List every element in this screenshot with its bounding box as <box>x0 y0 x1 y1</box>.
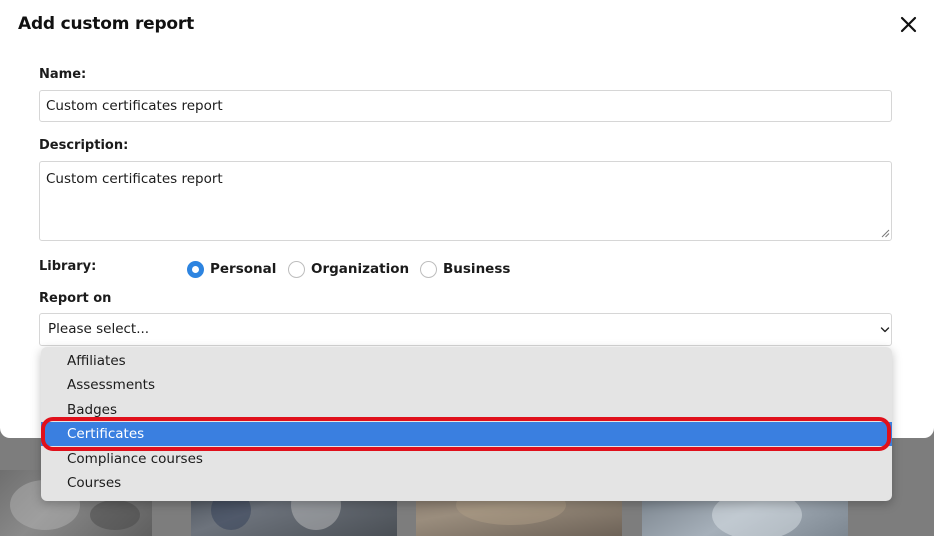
radio-unchecked-icon[interactable] <box>288 260 305 278</box>
chevron-down-icon <box>880 327 890 333</box>
report-on-label: Report on <box>39 291 112 306</box>
radio-business[interactable]: Business <box>420 259 510 279</box>
report-on-select-value: Please select... <box>48 321 150 337</box>
radio-unchecked-icon[interactable] <box>420 260 437 278</box>
name-input[interactable]: Custom certificates report <box>39 90 892 122</box>
dropdown-option-assessments[interactable]: Assessments <box>41 373 892 397</box>
radio-organization[interactable]: Organization <box>288 259 409 279</box>
radio-checked-icon[interactable] <box>187 260 204 278</box>
description-textarea[interactable]: Custom certificates report <box>39 161 892 241</box>
report-on-select[interactable]: Please select... <box>39 313 892 346</box>
radio-personal-label: Personal <box>210 261 277 277</box>
description-label: Description: <box>39 138 129 153</box>
dropdown-option-badges[interactable]: Badges <box>41 398 892 422</box>
dropdown-option-compliance-courses[interactable]: Compliance courses <box>41 447 892 471</box>
library-label: Library: <box>39 259 97 274</box>
modal-title: Add custom report <box>18 14 195 34</box>
close-button[interactable] <box>896 13 920 37</box>
report-on-dropdown-list: Affiliates Assessments Badges Certificat… <box>41 347 892 501</box>
dropdown-option-courses[interactable]: Courses <box>41 471 892 495</box>
radio-organization-label: Organization <box>311 261 410 277</box>
dropdown-option-certificates[interactable]: Certificates <box>41 422 892 446</box>
resize-grip-icon[interactable] <box>880 228 890 238</box>
close-icon <box>900 16 917 33</box>
name-label: Name: <box>39 67 87 82</box>
radio-business-label: Business <box>443 261 511 277</box>
dropdown-option-affiliates[interactable]: Affiliates <box>41 349 892 373</box>
radio-personal[interactable]: Personal <box>187 259 276 279</box>
